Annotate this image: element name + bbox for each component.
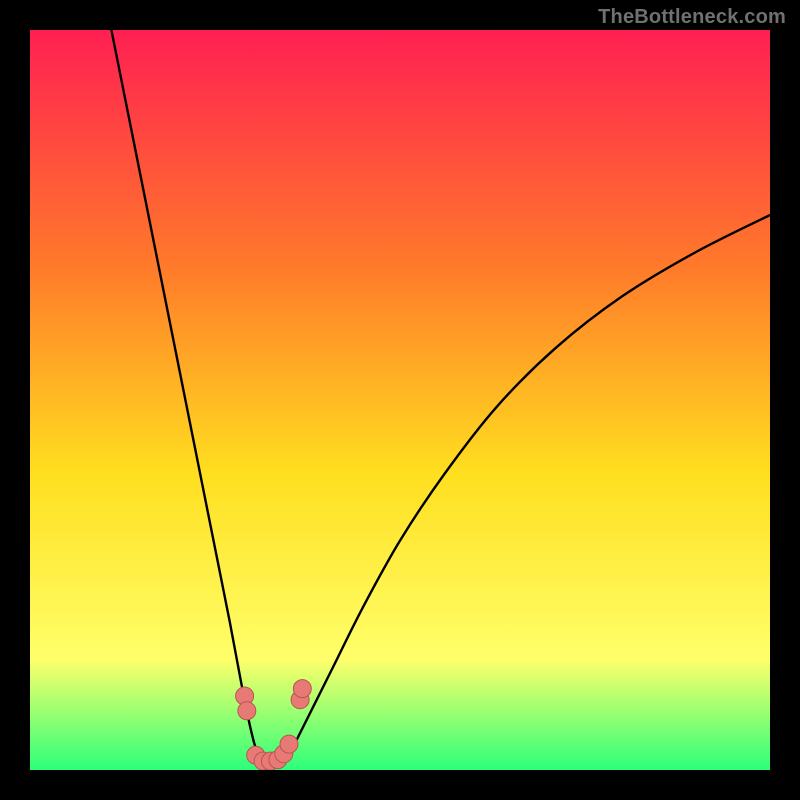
valley-marker	[238, 702, 256, 720]
gradient-background	[30, 30, 770, 770]
valley-marker	[280, 735, 298, 753]
chart-stage: TheBottleneck.com	[0, 0, 800, 800]
watermark-text: TheBottleneck.com	[598, 6, 786, 29]
plot-area	[30, 30, 770, 770]
valley-marker	[293, 680, 311, 698]
chart-svg	[30, 30, 770, 770]
